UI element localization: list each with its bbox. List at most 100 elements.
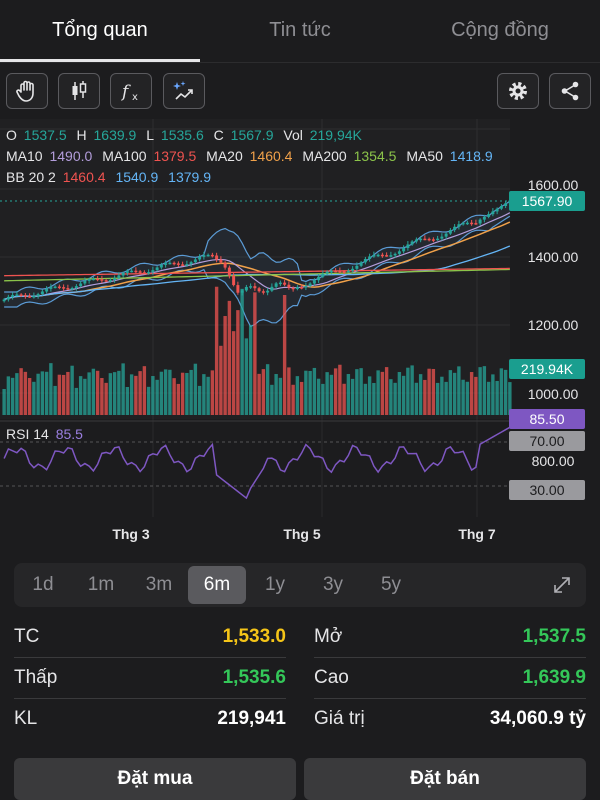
volume-bar <box>15 373 19 415</box>
volume-bar <box>104 382 108 415</box>
divider <box>14 657 286 658</box>
volume-bar <box>142 366 147 415</box>
period-1y[interactable]: 1y <box>246 566 304 604</box>
volume-label: Vol <box>283 127 303 143</box>
divider <box>314 657 586 658</box>
volume-bar <box>291 384 295 415</box>
volume-bar <box>193 363 198 415</box>
buy-button[interactable]: Đặt mua <box>14 758 296 800</box>
high-value: 1639.9 <box>93 127 137 143</box>
period-3m[interactable]: 3m <box>130 566 188 604</box>
price-chart[interactable]: Thg 3 Thg 5 Thg 7 1600.00 1400.00 1200.00 1000… <box>0 119 600 551</box>
y-axis-label: 1600.00 <box>528 177 579 193</box>
candle-body <box>491 211 495 215</box>
ohlc-legend: O 1537.5 H 1639.9 L 1535.6 C 1567.9 Vol … <box>6 127 362 143</box>
volume-bar <box>185 372 189 415</box>
candle-body <box>304 286 308 288</box>
bb-label: BB 20 2 <box>6 169 56 185</box>
ma10-value: 1490.0 <box>49 148 93 164</box>
candle-body <box>283 282 287 285</box>
candle-body <box>300 287 304 289</box>
ma50-value: 1418.9 <box>449 148 493 164</box>
candle-body <box>19 294 23 297</box>
candle-body <box>164 263 168 265</box>
period-1m[interactable]: 1m <box>72 566 130 604</box>
volume-bar <box>486 381 491 415</box>
candle-body <box>312 280 316 284</box>
candle-body <box>125 271 129 273</box>
low-stat-value: 1,535.6 <box>222 667 286 688</box>
candle-body <box>342 271 346 273</box>
period-3y[interactable]: 3y <box>304 566 362 604</box>
candle-body <box>83 280 87 284</box>
volume-bar <box>389 379 393 415</box>
volume-bar <box>108 373 113 415</box>
volume-bar <box>414 382 419 415</box>
tab-community[interactable]: Cộng đồng <box>400 0 600 62</box>
rsi-badge: 85.50 <box>529 411 564 427</box>
candle-body <box>70 288 74 290</box>
volume-bar <box>448 370 453 415</box>
reference-label: TC <box>14 626 40 647</box>
volume-bar <box>321 383 325 415</box>
candle-body <box>359 262 363 266</box>
volume-bar <box>401 375 406 415</box>
volume-bar <box>304 370 308 415</box>
tab-news[interactable]: Tin tức <box>200 0 400 62</box>
candle-body <box>461 222 465 225</box>
volume-bar <box>406 367 410 415</box>
candle-body <box>338 270 342 273</box>
candle-body <box>189 262 193 265</box>
volume-bar <box>461 379 465 415</box>
chart-type-button[interactable] <box>58 73 100 109</box>
indicators-button[interactable]: f x <box>110 73 152 109</box>
bb-middle-value: 1540.9 <box>115 169 159 185</box>
volume-bar <box>440 376 444 415</box>
hand-tool-button[interactable] <box>6 73 48 109</box>
volume-bar <box>503 369 508 415</box>
settings-button[interactable] <box>497 73 539 109</box>
candle-body <box>134 270 138 273</box>
volume-bar <box>418 374 423 415</box>
candle-body <box>108 280 112 282</box>
candle-body <box>6 296 10 300</box>
ai-trend-button[interactable] <box>163 73 205 109</box>
candle-body <box>453 226 457 231</box>
volume-bar <box>355 369 359 415</box>
volume-bar <box>32 381 36 415</box>
last-price-badge: 1567.90 <box>522 193 573 209</box>
ma100-label: MA100 <box>102 148 147 164</box>
period-1d[interactable]: 1d <box>14 566 72 604</box>
period-6m[interactable]: 6m <box>188 566 246 604</box>
candle-body <box>236 285 240 293</box>
expand-icon[interactable] <box>550 573 574 597</box>
trade-value-label: Giá trị <box>314 708 365 729</box>
volume-stat-value: 219,941 <box>217 708 286 729</box>
candle-body <box>28 296 32 298</box>
volume-bar <box>384 367 389 415</box>
volume-bar <box>172 378 176 415</box>
period-5y[interactable]: 5y <box>362 566 420 604</box>
candle-body <box>155 267 159 271</box>
candle-body <box>117 275 121 279</box>
rsi-30-badge: 30.00 <box>529 482 564 498</box>
tab-overview[interactable]: Tổng quan <box>0 0 200 62</box>
candle-body <box>334 270 338 273</box>
stat-open: Mở 1,537.5 <box>314 618 586 658</box>
volume-bar <box>36 373 40 415</box>
volume-bar <box>159 371 164 415</box>
candle-body <box>23 295 27 297</box>
trade-value-amount: 34,060.9 tỷ <box>489 708 586 729</box>
volume-bar <box>44 371 49 415</box>
volume-bar <box>359 368 363 415</box>
volume-bar <box>257 373 261 415</box>
volume-bar <box>100 378 104 415</box>
share-button[interactable] <box>549 73 591 109</box>
sell-button[interactable]: Đặt bán <box>304 758 586 800</box>
ma200-value: 1354.5 <box>353 148 397 164</box>
candle-body <box>389 255 393 257</box>
candle-body <box>257 288 261 292</box>
volume-bar <box>91 368 96 415</box>
low-value: 1535.6 <box>160 127 204 143</box>
volume-bar <box>236 310 240 415</box>
